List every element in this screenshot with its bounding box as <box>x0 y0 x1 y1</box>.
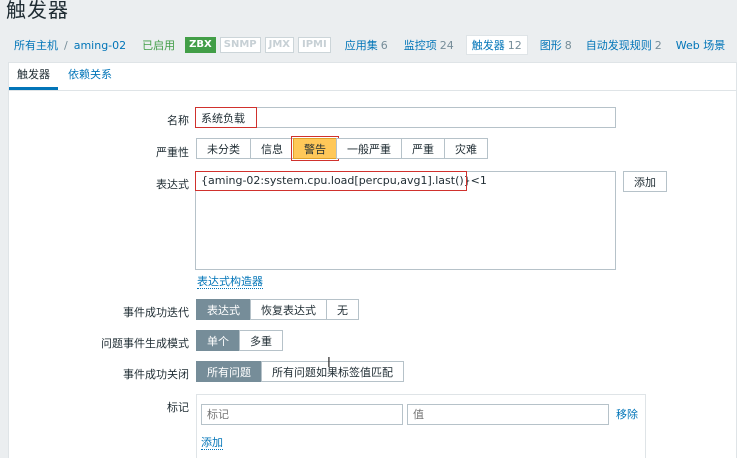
graphs-count: 8 <box>564 39 572 52</box>
ok-event-recovery-expression[interactable]: 恢复表达式 <box>250 299 327 320</box>
snmp-availability-badge: SNMP <box>219 37 261 53</box>
tab-trigger[interactable]: 触发器 <box>9 66 58 90</box>
items-link[interactable]: 监控项 24 <box>404 37 454 53</box>
ok-event-label: 事件成功迭代 <box>123 306 189 319</box>
discovery-rules-count: 2 <box>654 39 662 52</box>
severity-selector: 未分类 信息 警告 一般严重 严重 灾难 <box>196 136 488 161</box>
name-highlight-box <box>195 107 257 128</box>
severity-average[interactable]: 一般严重 <box>336 138 402 159</box>
severity-label: 严重性 <box>156 146 189 159</box>
triggers-count: 12 <box>507 39 522 52</box>
expression-label: 表达式 <box>156 178 189 191</box>
severity-high[interactable]: 严重 <box>401 138 445 159</box>
jmx-availability-badge: JMX <box>264 37 294 53</box>
web-scenarios-link[interactable]: Web 场景 <box>676 37 725 53</box>
text-cursor-icon: I <box>327 356 331 371</box>
triggers-link[interactable]: 触发器 12 <box>465 35 528 55</box>
host-navigation: 所有主机 / aming-02 已启用 ZBX SNMP JMX IPMI 应用… <box>0 34 737 56</box>
applications-link[interactable]: 应用集 6 <box>345 37 388 53</box>
problem-mode-selector: 单个 多重 <box>196 330 283 351</box>
ok-event-none[interactable]: 无 <box>326 299 359 320</box>
breadcrumb-separator: / <box>64 38 68 52</box>
form-tabs: 触发器 依赖关系 <box>9 63 736 91</box>
tags-label: 标记 <box>167 401 189 414</box>
zbx-availability-badge: ZBX <box>185 37 216 53</box>
name-field[interactable]: 系统负载 <box>195 107 616 128</box>
ok-event-expression[interactable]: 表达式 <box>196 299 251 320</box>
ok-event-selector: 表达式 恢复表达式 无 <box>196 299 359 320</box>
expression-add-button[interactable]: 添加 <box>623 171 667 192</box>
severity-information[interactable]: 信息 <box>250 138 294 159</box>
ipmi-availability-badge: IPMI <box>298 37 331 53</box>
severity-disaster[interactable]: 灾难 <box>444 138 488 159</box>
severity-warning[interactable]: 警告 <box>291 136 339 161</box>
tag-add-link[interactable]: 添加 <box>201 437 223 450</box>
all-hosts-link[interactable]: 所有主机 <box>14 37 58 53</box>
ok-close-label: 事件成功关闭 <box>123 368 189 381</box>
ok-close-tag-match[interactable]: 所有问题如果标签值匹配 <box>261 361 404 382</box>
applications-count: 6 <box>380 39 388 52</box>
trigger-form-panel: 触发器 依赖关系 名称 系统负载 严重性 未分类 信息 警告 一般严重 严重 灾… <box>8 62 737 458</box>
tag-name-input[interactable] <box>201 404 403 425</box>
problem-mode-single[interactable]: 单个 <box>196 330 240 351</box>
problem-mode-multiple[interactable]: 多重 <box>239 330 283 351</box>
expression-builder-link[interactable]: 表达式构造器 <box>197 276 263 289</box>
graphs-link[interactable]: 图形 8 <box>540 37 572 53</box>
tag-value-input[interactable] <box>407 404 609 425</box>
severity-not-classified[interactable]: 未分类 <box>196 138 251 159</box>
ok-close-selector: 所有问题 所有问题如果标签值匹配 <box>196 361 404 382</box>
problem-mode-label: 问题事件生成模式 <box>101 337 189 350</box>
discovery-rules-link[interactable]: 自动发现规则 2 <box>586 37 662 53</box>
items-count: 24 <box>439 39 454 52</box>
tab-dependencies[interactable]: 依赖关系 <box>58 66 120 90</box>
page-title: 触发器 <box>6 0 69 22</box>
host-link[interactable]: aming-02 <box>74 39 126 52</box>
tag-remove-link[interactable]: 移除 <box>616 409 638 421</box>
host-status-enabled[interactable]: 已启用 <box>142 37 175 53</box>
expression-highlight-box <box>195 171 467 191</box>
name-label: 名称 <box>167 114 189 127</box>
ok-close-all-problems[interactable]: 所有问题 <box>196 361 262 382</box>
